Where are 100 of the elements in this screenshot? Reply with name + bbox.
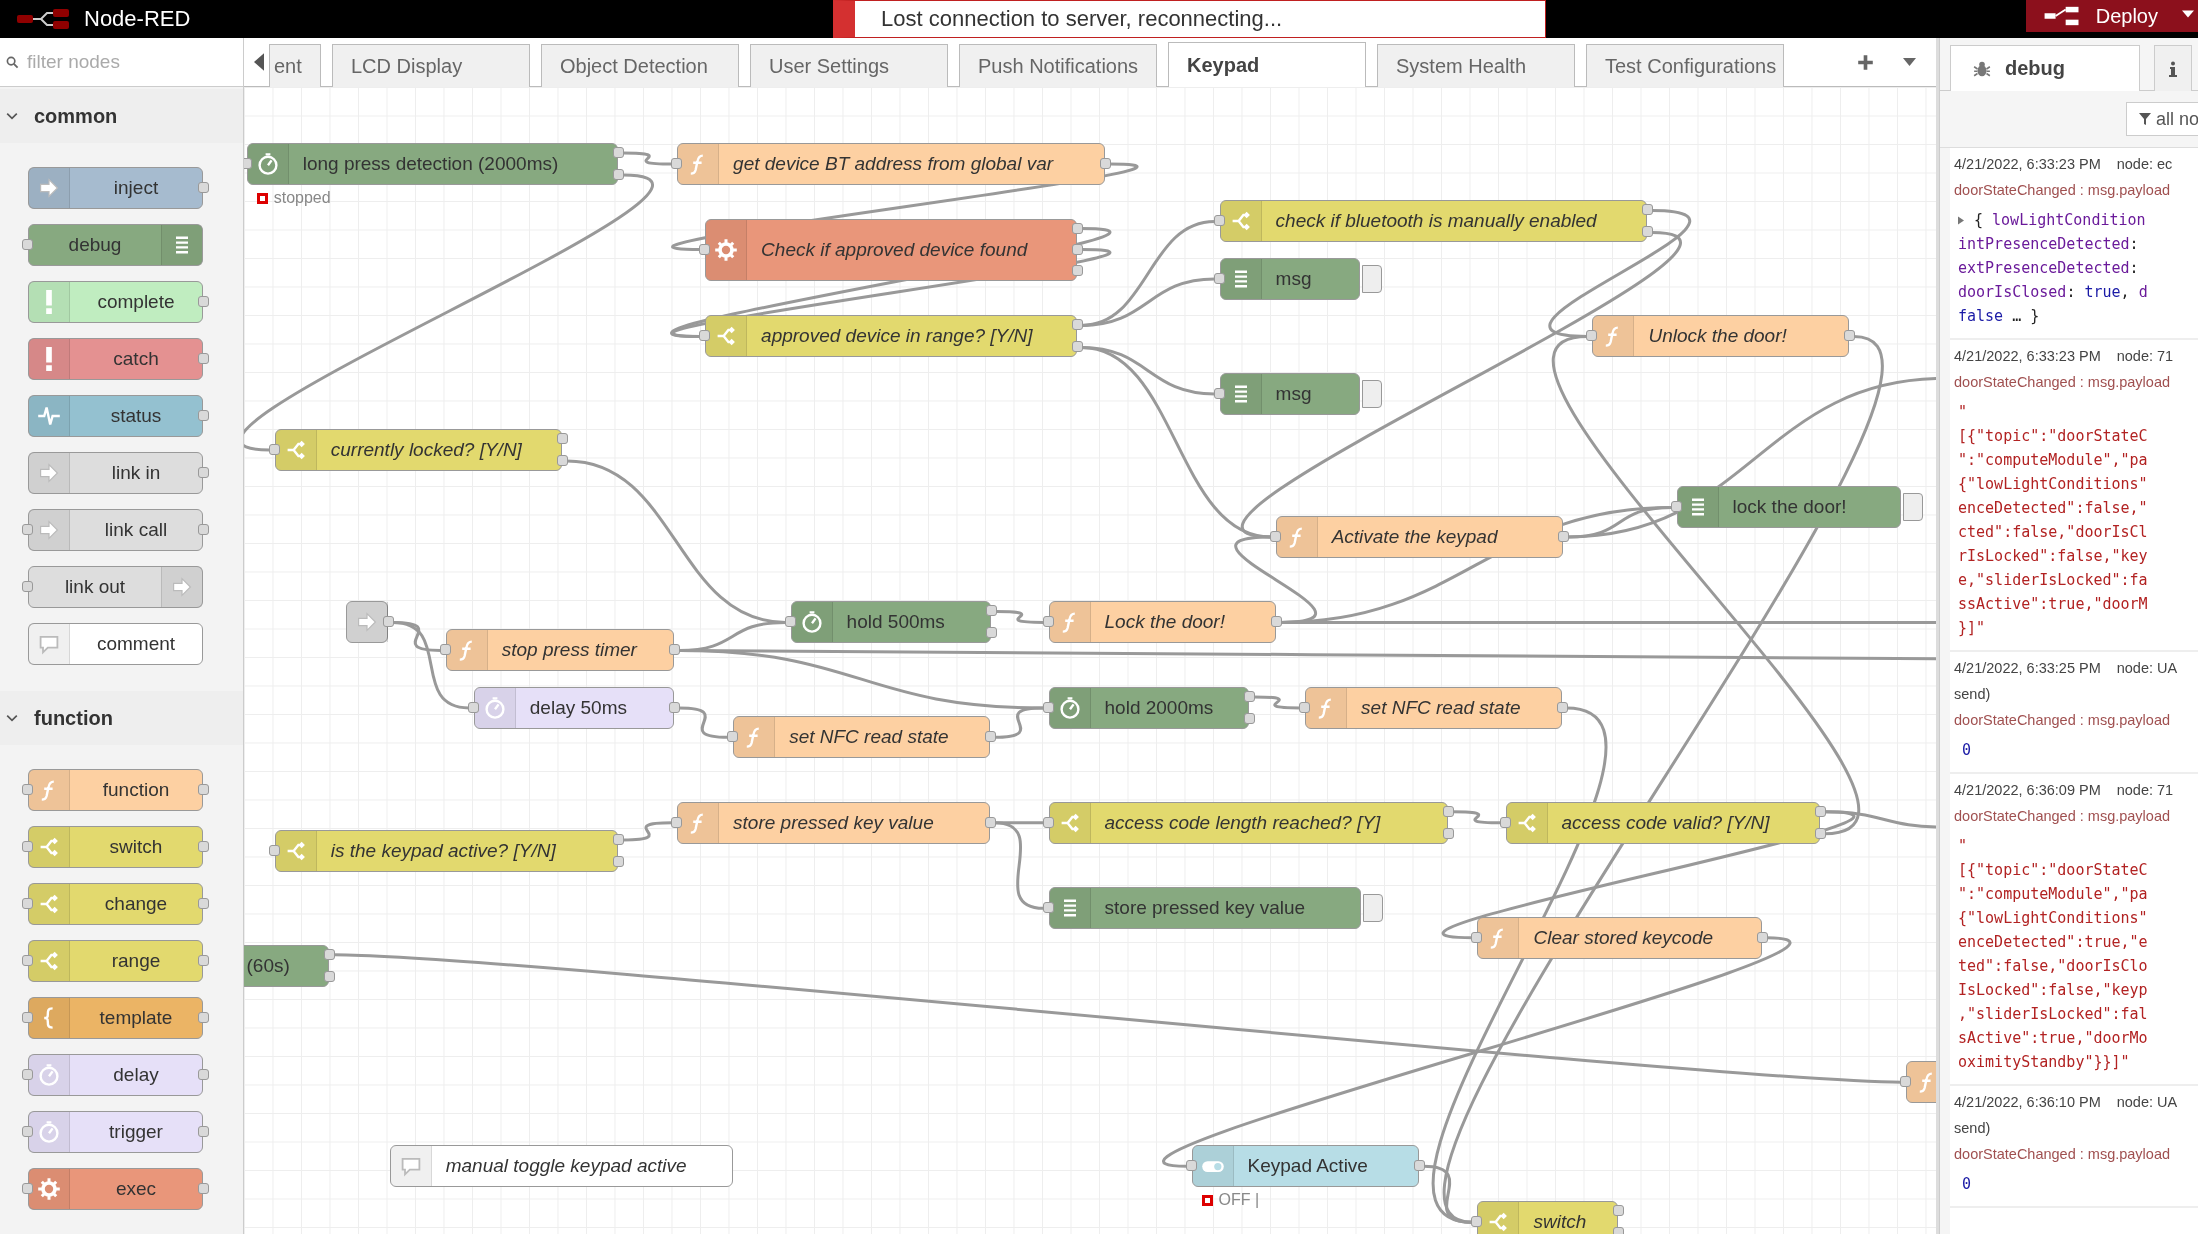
input-port[interactable] bbox=[1900, 1076, 1912, 1088]
flow-node[interactable]: hold 500ms bbox=[790, 601, 992, 644]
flow-node[interactable]: Check if approved device found bbox=[705, 218, 1077, 281]
palette-node[interactable]: delay bbox=[28, 1054, 203, 1096]
input-port[interactable] bbox=[699, 330, 711, 342]
input-port[interactable] bbox=[439, 644, 451, 656]
toggle-button[interactable] bbox=[1361, 264, 1382, 293]
flow-tab[interactable]: System Health bbox=[1377, 44, 1575, 87]
output-port[interactable] bbox=[669, 701, 681, 713]
toggle-button[interactable] bbox=[1902, 493, 1923, 522]
flow-node[interactable]: delay 50ms bbox=[473, 686, 675, 729]
input-port[interactable] bbox=[1213, 387, 1225, 399]
output-port[interactable] bbox=[1612, 1205, 1624, 1217]
output-port[interactable] bbox=[986, 605, 998, 617]
output-port[interactable] bbox=[1558, 530, 1569, 542]
output-port[interactable] bbox=[383, 616, 395, 628]
input-port[interactable] bbox=[727, 731, 739, 743]
palette-node[interactable]: link out bbox=[28, 566, 203, 608]
input-port[interactable] bbox=[699, 243, 711, 255]
flow-node[interactable] bbox=[346, 601, 389, 644]
output-port[interactable] bbox=[1642, 204, 1654, 216]
flow-node[interactable]: check if bluetooth is manually enabled bbox=[1219, 200, 1648, 243]
output-port[interactable] bbox=[1443, 827, 1455, 839]
output-port[interactable] bbox=[986, 627, 998, 639]
palette-node[interactable]: change bbox=[28, 883, 203, 925]
input-port[interactable] bbox=[1471, 1216, 1483, 1228]
palette-node[interactable]: comment bbox=[28, 623, 203, 665]
output-port[interactable] bbox=[613, 169, 625, 180]
palette-node[interactable]: exec bbox=[28, 1168, 203, 1210]
info-tab[interactable] bbox=[2154, 45, 2192, 91]
input-port[interactable] bbox=[1299, 701, 1311, 713]
input-port[interactable] bbox=[1042, 816, 1054, 828]
output-port[interactable] bbox=[1757, 931, 1769, 943]
output-port[interactable] bbox=[557, 432, 569, 444]
palette-node[interactable]: function bbox=[28, 769, 203, 811]
palette-node[interactable]: template bbox=[28, 997, 203, 1039]
flow-node[interactable]: lock the door! bbox=[1676, 486, 1901, 529]
flow-node[interactable]: access code length reached? [Y] bbox=[1048, 801, 1449, 844]
flow-node[interactable]: (60s) bbox=[244, 944, 330, 987]
flow-tab[interactable]: LCD Display bbox=[332, 44, 530, 87]
add-icon[interactable] bbox=[1857, 53, 1874, 71]
output-port[interactable] bbox=[1642, 226, 1654, 238]
input-port[interactable] bbox=[268, 443, 280, 455]
output-port[interactable] bbox=[984, 731, 996, 743]
input-port[interactable] bbox=[1670, 501, 1682, 513]
category-header[interactable]: function bbox=[0, 691, 243, 745]
input-port[interactable] bbox=[671, 158, 683, 169]
palette-node[interactable]: debug bbox=[28, 224, 203, 266]
caret-icon[interactable] bbox=[2182, 10, 2194, 18]
output-port[interactable] bbox=[1843, 330, 1855, 342]
output-port[interactable] bbox=[1071, 341, 1083, 353]
flow-node[interactable]: currently locked? [Y/N] bbox=[274, 428, 563, 471]
expand-icon[interactable] bbox=[1958, 215, 1964, 225]
flow-node[interactable]: long press detection (2000ms) bbox=[246, 143, 619, 185]
filter-button[interactable]: all no bbox=[2125, 102, 2198, 136]
output-port[interactable] bbox=[1270, 616, 1282, 628]
output-port[interactable] bbox=[1071, 243, 1083, 255]
toggle-button[interactable] bbox=[1363, 894, 1384, 923]
output-port[interactable] bbox=[1556, 701, 1568, 713]
flow-tab[interactable]: Push Notifications bbox=[959, 44, 1157, 87]
flow-node[interactable]: Lock the door! bbox=[1048, 601, 1276, 644]
input-port[interactable] bbox=[467, 701, 479, 713]
input-port[interactable] bbox=[268, 844, 280, 856]
palette-node[interactable]: status bbox=[28, 395, 203, 437]
flow-node[interactable]: Keypad Active bbox=[1191, 1145, 1419, 1188]
sidebar-tab[interactable]: debug bbox=[1950, 45, 2140, 91]
flow-node[interactable]: store pressed key value bbox=[677, 801, 990, 844]
palette-node[interactable]: trigger bbox=[28, 1111, 203, 1153]
input-port[interactable] bbox=[1185, 1160, 1197, 1172]
category-header[interactable]: common bbox=[0, 89, 243, 143]
flow-node[interactable] bbox=[1906, 1061, 1936, 1104]
flow-node[interactable]: set NFC read state bbox=[733, 716, 990, 759]
output-port[interactable] bbox=[1071, 264, 1083, 276]
output-port[interactable] bbox=[1071, 319, 1083, 331]
input-port[interactable] bbox=[784, 616, 796, 628]
palette-node[interactable]: inject bbox=[28, 167, 203, 209]
flow-tab[interactable]: ent bbox=[269, 44, 321, 87]
output-port[interactable] bbox=[613, 855, 625, 867]
palette-node[interactable]: catch bbox=[28, 338, 203, 380]
output-port[interactable] bbox=[1814, 805, 1826, 817]
palette-node[interactable]: complete bbox=[28, 281, 203, 323]
output-port[interactable] bbox=[613, 833, 625, 845]
flow-node[interactable]: Clear stored keycode bbox=[1477, 916, 1763, 959]
output-port[interactable] bbox=[1244, 690, 1255, 702]
flow-node[interactable]: Unlock the door! bbox=[1592, 315, 1849, 358]
flow-node[interactable]: Activate the keypad bbox=[1275, 515, 1563, 558]
input-port[interactable] bbox=[1471, 931, 1483, 943]
output-port[interactable] bbox=[557, 454, 569, 466]
flow-tab[interactable]: Test Configurations bbox=[1586, 44, 1784, 87]
output-port[interactable] bbox=[324, 948, 336, 960]
output-port[interactable] bbox=[324, 970, 336, 982]
input-port[interactable] bbox=[1042, 701, 1054, 713]
flow-node[interactable]: set NFC read state bbox=[1305, 686, 1562, 729]
flow-node[interactable]: manual toggle keypad active bbox=[389, 1145, 734, 1188]
palette-node[interactable]: switch bbox=[28, 826, 203, 868]
output-port[interactable] bbox=[613, 147, 625, 158]
palette-node[interactable]: range bbox=[28, 940, 203, 982]
scroll-left-icon[interactable] bbox=[254, 53, 264, 71]
flow-node[interactable]: msg bbox=[1219, 257, 1360, 300]
flow-node[interactable]: store pressed key value bbox=[1048, 887, 1362, 930]
